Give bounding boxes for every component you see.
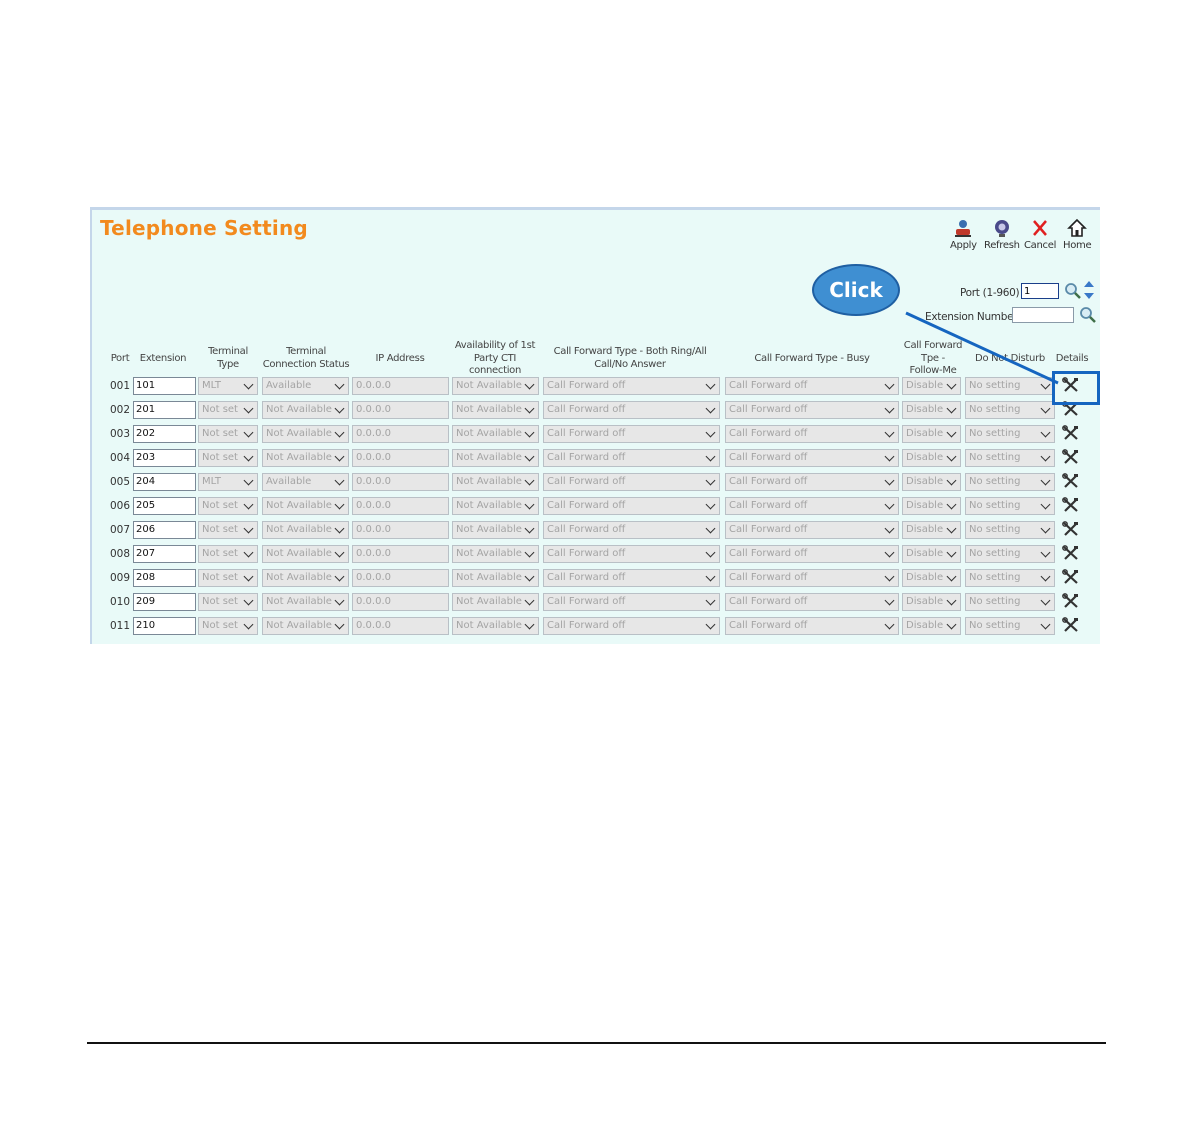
details-highlight-box — [1052, 371, 1100, 405]
bottom-rule — [87, 1042, 1106, 1044]
click-callout: Click — [812, 264, 900, 316]
callout-arrow — [905, 311, 1059, 385]
